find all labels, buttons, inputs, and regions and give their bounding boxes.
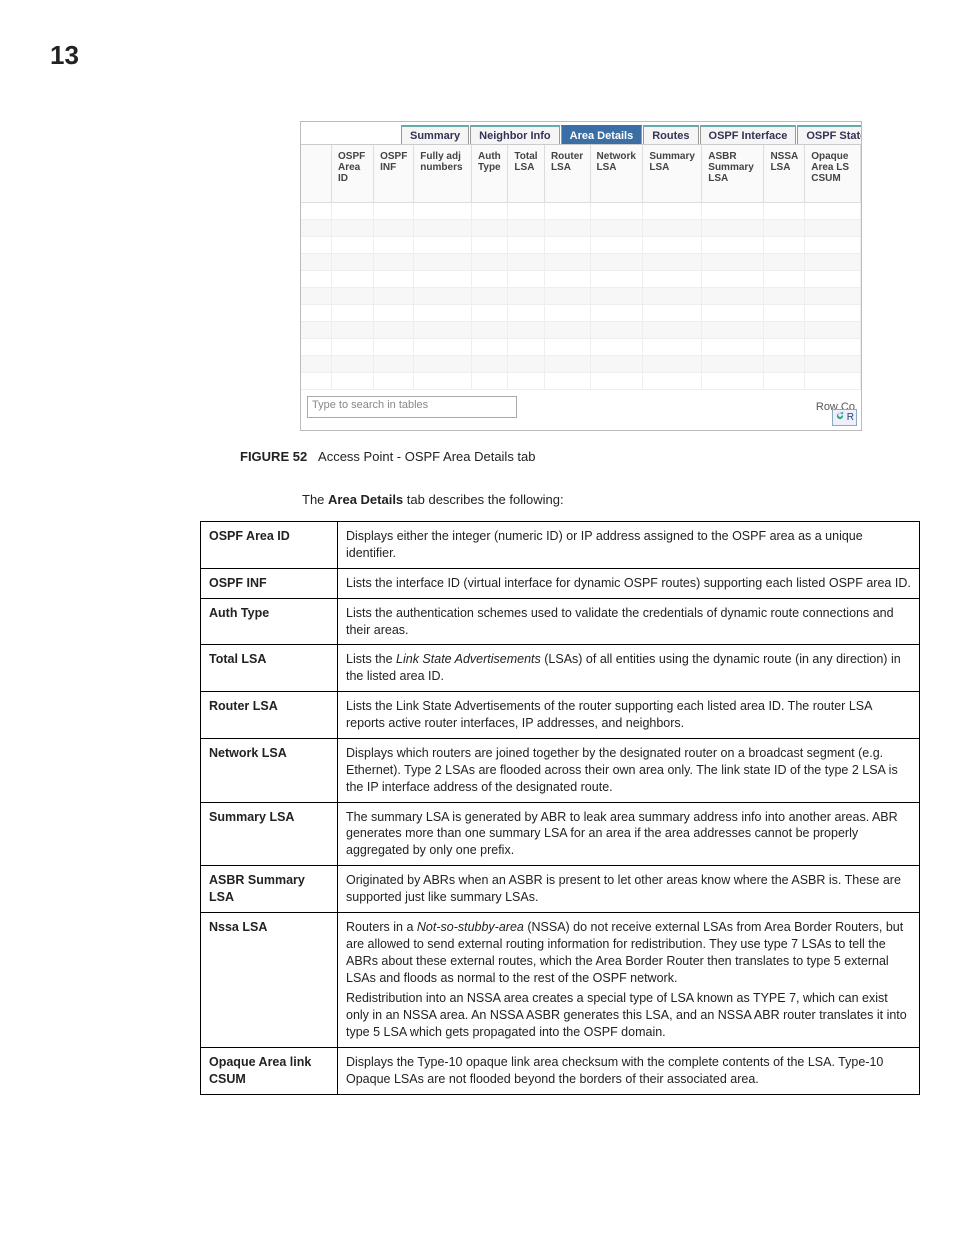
col-asbr-summary-lsa[interactable]: ASBR Summary LSA [702, 145, 764, 203]
col-total-lsa[interactable]: Total LSA [508, 145, 545, 203]
table-row [301, 373, 861, 390]
chapter-number: 13 [50, 40, 904, 71]
def-row: Opaque Area link CSUM Displays the Type-… [201, 1048, 920, 1095]
tabs-row: Summary Neighbor Info Area Details Route… [301, 122, 861, 145]
table-row [301, 254, 861, 271]
lead-post: tab describes the following: [403, 492, 563, 507]
tab-ospf-interface[interactable]: OSPF Interface [700, 125, 797, 144]
def-desc: Lists the Link State Advertisements (LSA… [338, 645, 920, 692]
def-desc: Originated by ABRs when an ASBR is prese… [338, 866, 920, 913]
def-desc: Displays either the integer (numeric ID)… [338, 522, 920, 569]
def-row: Total LSA Lists the Link State Advertise… [201, 645, 920, 692]
refresh-label: R [847, 412, 854, 423]
refresh-button[interactable]: R [832, 409, 857, 426]
def-term: OSPF Area ID [201, 522, 338, 569]
col-ospf-area-id[interactable]: OSPF Area ID [332, 145, 374, 203]
def-row: OSPF Area ID Displays either the integer… [201, 522, 920, 569]
col-opaque-csum[interactable]: Opaque Area LS CSUM [805, 145, 861, 203]
tab-routes[interactable]: Routes [643, 125, 698, 144]
def-row: Summary LSA The summary LSA is generated… [201, 802, 920, 866]
def-row: OSPF INF Lists the interface ID (virtual… [201, 568, 920, 598]
def-desc: The summary LSA is generated by ABR to l… [338, 802, 920, 866]
tab-area-details[interactable]: Area Details [561, 125, 643, 144]
col-ospf-inf[interactable]: OSPF INF [374, 145, 414, 203]
def-row: ASBR Summary LSA Originated by ABRs when… [201, 866, 920, 913]
def-desc: Displays the Type-10 opaque link area ch… [338, 1048, 920, 1095]
table-row [301, 271, 861, 288]
figure-label: FIGURE 52 [240, 449, 307, 464]
col-auth-type[interactable]: Auth Type [472, 145, 508, 203]
ospf-screenshot: Summary Neighbor Info Area Details Route… [300, 121, 862, 431]
col-fully-adj[interactable]: Fully adj numbers [414, 145, 472, 203]
table-row [301, 305, 861, 322]
tab-summary[interactable]: Summary [401, 125, 469, 144]
def-desc: Lists the authentication schemes used to… [338, 598, 920, 645]
table-row [301, 339, 861, 356]
grid-body [301, 203, 861, 390]
col-router-lsa[interactable]: Router LSA [544, 145, 590, 203]
table-row [301, 237, 861, 254]
grid-footer: Type to search in tables Row Co [301, 390, 861, 420]
lead-bold: Area Details [328, 492, 403, 507]
def-term: ASBR Summary LSA [201, 866, 338, 913]
col-nssa-lsa[interactable]: NSSA LSA [764, 145, 805, 203]
def-row: Network LSA Displays which routers are j… [201, 738, 920, 802]
def-row: Router LSA Lists the Link State Advertis… [201, 692, 920, 739]
table-row [301, 220, 861, 237]
figure-caption: FIGURE 52 Access Point - OSPF Area Detai… [240, 449, 904, 464]
def-desc: Displays which routers are joined togeth… [338, 738, 920, 802]
area-details-grid: OSPF Area ID OSPF INF Fully adj numbers … [301, 145, 861, 390]
def-term: Summary LSA [201, 802, 338, 866]
def-term: Router LSA [201, 692, 338, 739]
table-search-input[interactable]: Type to search in tables [307, 396, 517, 418]
def-term: Opaque Area link CSUM [201, 1048, 338, 1095]
def-desc: Routers in a Not-so-stubby-area (NSSA) d… [338, 912, 920, 1047]
table-row [301, 203, 861, 220]
lead-sentence: The Area Details tab describes the follo… [302, 492, 904, 507]
col-network-lsa[interactable]: Network LSA [590, 145, 643, 203]
tab-neighbor-info[interactable]: Neighbor Info [470, 125, 560, 144]
refresh-icon [835, 411, 845, 424]
def-term: Nssa LSA [201, 912, 338, 1047]
def-term: Auth Type [201, 598, 338, 645]
def-term: Network LSA [201, 738, 338, 802]
table-row [301, 356, 861, 373]
def-desc: Lists the Link State Advertisements of t… [338, 692, 920, 739]
def-term: OSPF INF [201, 568, 338, 598]
figure-title: Access Point - OSPF Area Details tab [318, 449, 535, 464]
col-summary-lsa[interactable]: Summary LSA [643, 145, 702, 203]
def-row: Auth Type Lists the authentication schem… [201, 598, 920, 645]
definitions-table: OSPF Area ID Displays either the integer… [200, 521, 920, 1095]
def-row: Nssa LSA Routers in a Not-so-stubby-area… [201, 912, 920, 1047]
lead-pre: The [302, 492, 328, 507]
table-row [301, 322, 861, 339]
def-desc: Lists the interface ID (virtual interfac… [338, 568, 920, 598]
def-term: Total LSA [201, 645, 338, 692]
table-row [301, 288, 861, 305]
tab-ospf-state[interactable]: OSPF State [797, 125, 862, 144]
